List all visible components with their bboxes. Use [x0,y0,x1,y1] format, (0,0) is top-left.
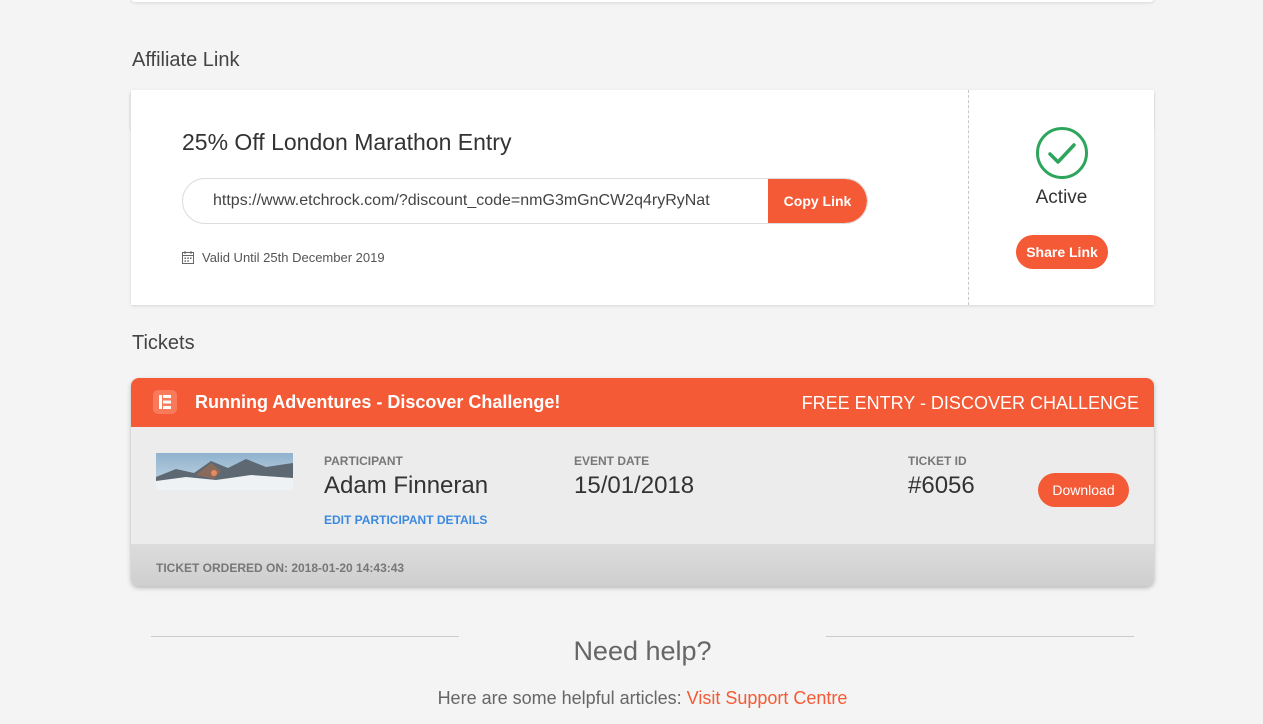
participant-label: PARTICIPANT [324,454,403,468]
status-text: Active [1035,187,1088,208]
ticket-card: Running Adventures - Discover Challenge!… [131,378,1154,586]
ticket-id: #6056 [908,472,975,499]
edit-participant-link[interactable]: EDIT PARTICIPANT DETAILS [324,513,487,527]
event-date: 15/01/2018 [574,472,695,499]
brand-logo-icon [153,390,177,414]
affiliate-link-group: Copy Link [182,178,868,224]
offer-title: 25% Off London Marathon Entry [182,129,512,155]
affiliate-card: 25% Off London Marathon Entry Copy Link … [131,90,1154,305]
ticket-id-label: TICKET ID [908,454,967,468]
participant-name: Adam Finneran [324,472,489,499]
affiliate-link-input[interactable] [183,179,768,223]
affiliate-section-title: Affiliate Link [132,49,240,71]
calendar-icon [182,251,194,264]
copy-link-button[interactable]: Copy Link [768,179,867,223]
help-text-row: Here are some helpful articles: Visit Su… [0,688,1263,709]
event-date-label: EVENT DATE [574,454,650,468]
status-panel: Active Share Link [969,90,1154,305]
page: Affiliate Link 25% Off London Marathon E… [0,0,1263,724]
entry-type: FREE ENTRY - DISCOVER CHALLENGE [801,393,1139,413]
share-link-button[interactable]: Share Link [1016,235,1108,269]
event-thumbnail [156,453,293,490]
help-title: Need help? [573,636,712,666]
ticket-ordered-on: TICKET ORDERED ON: 2018-01-20 14:43:43 [156,561,405,575]
valid-until-text: Valid Until 25th December 2019 [202,250,385,265]
check-circle-icon [1036,127,1088,179]
ticket-header: Running Adventures - Discover Challenge!… [131,378,1154,427]
ticket-body: PARTICIPANT Adam Finneran EDIT PARTICIPA… [131,427,1154,544]
event-name: Running Adventures - Discover Challenge! [195,392,561,412]
ticket-footer: TICKET ORDERED ON: 2018-01-20 14:43:43 [131,544,1154,586]
valid-until-row: Valid Until 25th December 2019 [182,250,385,265]
tickets-section-title: Tickets [132,332,195,354]
previous-card [131,0,1154,2]
help-text: Here are some helpful articles: [437,688,687,708]
download-button[interactable]: Download [1038,473,1129,507]
support-centre-link[interactable]: Visit Support Centre [687,688,848,708]
